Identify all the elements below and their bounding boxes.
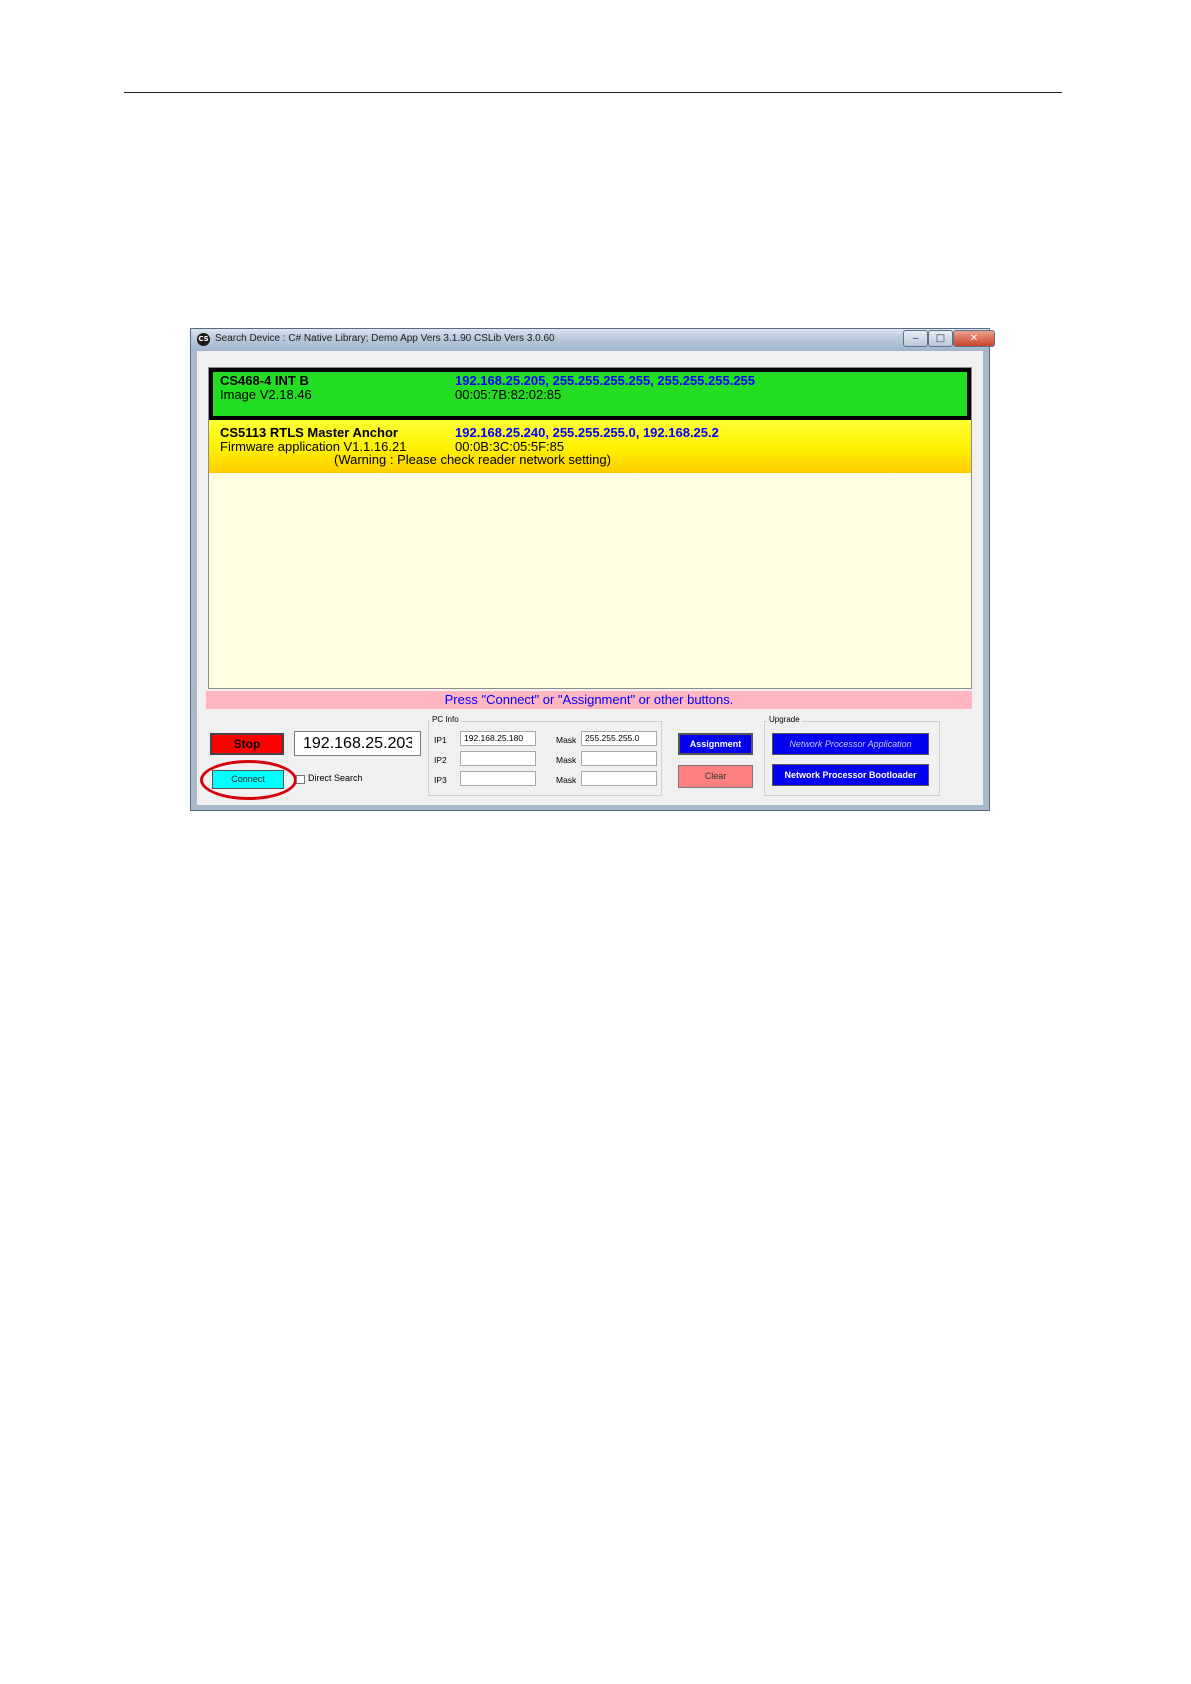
device-row-cs468[interactable]: CS468-4 INT B Image V2.18.46 192.168.25.…	[209, 368, 971, 420]
network-processor-bootloader-button[interactable]: Network Processor Bootloader	[772, 764, 929, 786]
direct-search-checkbox[interactable]	[296, 775, 305, 784]
network-processor-application-button[interactable]: Network Processor Application	[772, 733, 929, 755]
title-bar[interactable]: CS Search Device : C# Native Library; De…	[191, 329, 995, 351]
device-network: 192.168.25.240, 255.255.255.0, 192.168.2…	[455, 425, 719, 440]
status-message: Press "Connect" or "Assignment" or other…	[206, 691, 972, 709]
minimize-button[interactable]: ‒	[903, 330, 928, 347]
pc-info-caption: PC Info	[430, 715, 461, 724]
assignment-button[interactable]: Assignment	[678, 733, 753, 755]
mask2-field[interactable]	[581, 751, 657, 766]
search-device-window: CS Search Device : C# Native Library; De…	[190, 328, 995, 811]
device-warning: (Warning : Please check reader network s…	[334, 452, 611, 467]
window-title: Search Device : C# Native Library; Demo …	[215, 333, 555, 344]
device-mac: 00:05:7B:82:02:85	[455, 387, 562, 402]
ip1-label: IP1	[434, 735, 447, 745]
clear-button[interactable]: Clear	[678, 765, 753, 788]
device-network: 192.168.25.205, 255.255.255.255, 255.255…	[455, 373, 756, 388]
maximize-button[interactable]: □	[928, 330, 953, 347]
client-area: CS468-4 INT B Image V2.18.46 192.168.25.…	[197, 351, 983, 805]
ip-address-input[interactable]	[294, 731, 421, 756]
stop-button[interactable]: Stop	[210, 733, 284, 755]
ip2-field[interactable]	[460, 751, 536, 766]
device-version: Image V2.18.46	[220, 387, 312, 402]
device-name: CS468-4 INT B	[220, 373, 309, 388]
device-name: CS5113 RTLS Master Anchor	[220, 425, 398, 440]
mask3-field[interactable]	[581, 771, 657, 786]
close-button[interactable]: ✕	[953, 330, 995, 347]
device-list[interactable]: CS468-4 INT B Image V2.18.46 192.168.25.…	[208, 367, 972, 689]
ip2-label: IP2	[434, 755, 447, 765]
direct-search-label: Direct Search	[308, 773, 363, 783]
mask1-label: Mask	[556, 735, 577, 745]
device-row-cs5113[interactable]: CS5113 RTLS Master Anchor Firmware appli…	[209, 420, 971, 473]
highlight-circle	[200, 760, 297, 800]
mask2-label: Mask	[556, 755, 577, 765]
upgrade-caption: Upgrade	[767, 715, 802, 724]
ip3-field[interactable]	[460, 771, 536, 786]
ip1-field[interactable]: 192.168.25.180	[460, 731, 536, 746]
page-header-rule	[124, 92, 1062, 93]
mask3-label: Mask	[556, 775, 577, 785]
mask1-field[interactable]: 255.255.255.0	[581, 731, 657, 746]
ip3-label: IP3	[434, 775, 447, 785]
cs-app-icon: CS	[197, 333, 210, 346]
